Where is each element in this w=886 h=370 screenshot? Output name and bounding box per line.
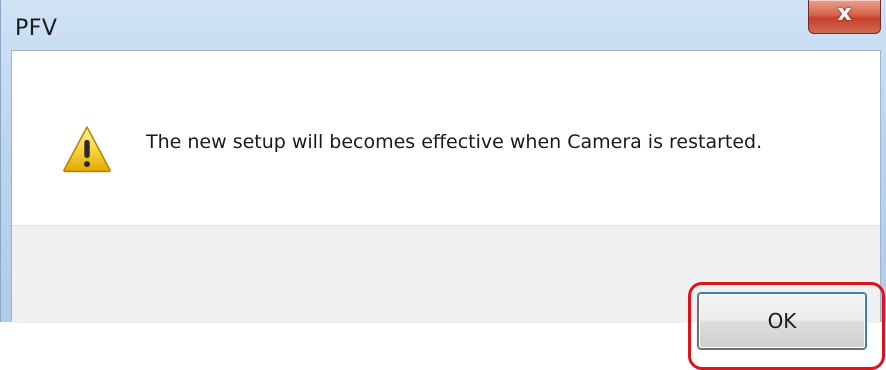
window-title: PFV xyxy=(15,16,58,41)
warning-icon xyxy=(63,126,111,173)
title-bar: PFV x xyxy=(1,0,886,50)
dialog-message: The new setup will becomes effective whe… xyxy=(146,131,763,153)
button-bar: OK xyxy=(12,225,885,370)
close-button[interactable]: x xyxy=(808,0,881,34)
message-area: The new setup will becomes effective whe… xyxy=(12,51,880,225)
ok-button[interactable]: OK xyxy=(698,293,866,349)
dialog-body: The new setup will becomes effective whe… xyxy=(11,50,885,370)
close-icon: x xyxy=(837,1,852,26)
dialog-window: PFV x The new setup will becomes effecti… xyxy=(0,0,886,370)
